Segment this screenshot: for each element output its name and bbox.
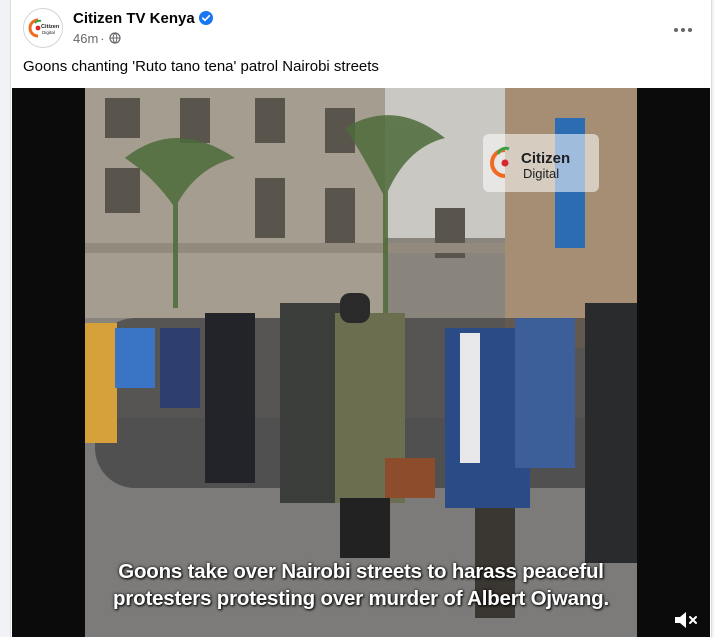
video-player[interactable]: Citizen Digital Goons take over Nairobi … [12,88,710,637]
more-options-button[interactable] [665,12,701,48]
post-header: Citizen Digital Citizen TV Kenya 46m · [23,8,693,52]
globe-icon [109,32,121,44]
page-avatar[interactable]: Citizen Digital [23,8,63,48]
verified-badge-icon [198,11,213,25]
meta-separator: · [100,31,105,46]
post-timestamp[interactable]: 46m [73,31,98,46]
citizen-digital-logo: Citizen Digital [24,9,62,47]
post-meta: 46m · [73,31,121,46]
video-subtitle-line-1: Goons take over Nairobi streets to haras… [118,560,604,583]
feed-post: Citizen Digital Citizen TV Kenya 46m · Go… [10,0,712,637]
page-name-link[interactable]: Citizen TV Kenya [73,10,195,27]
video-frame[interactable]: Citizen Digital Goons take over Nairobi … [85,88,637,637]
watermark-title: Citizen [521,150,570,167]
page-name-row: Citizen TV Kenya [73,10,213,27]
citizen-digital-logo-icon: Citizen Digital [490,146,570,181]
watermark-sub: Digital [523,166,559,181]
avatar-brand-sub: Digital [42,30,55,35]
more-options-icon [674,28,692,32]
video-subtitle-line-2: protesters protesting over murder of Alb… [113,587,609,610]
volume-muted-icon [675,612,697,628]
mute-toggle-button[interactable] [672,608,700,632]
citizen-digital-watermark: Citizen Digital [483,134,599,192]
post-caption: Goons chanting 'Ruto tano tena' patrol N… [23,58,379,75]
